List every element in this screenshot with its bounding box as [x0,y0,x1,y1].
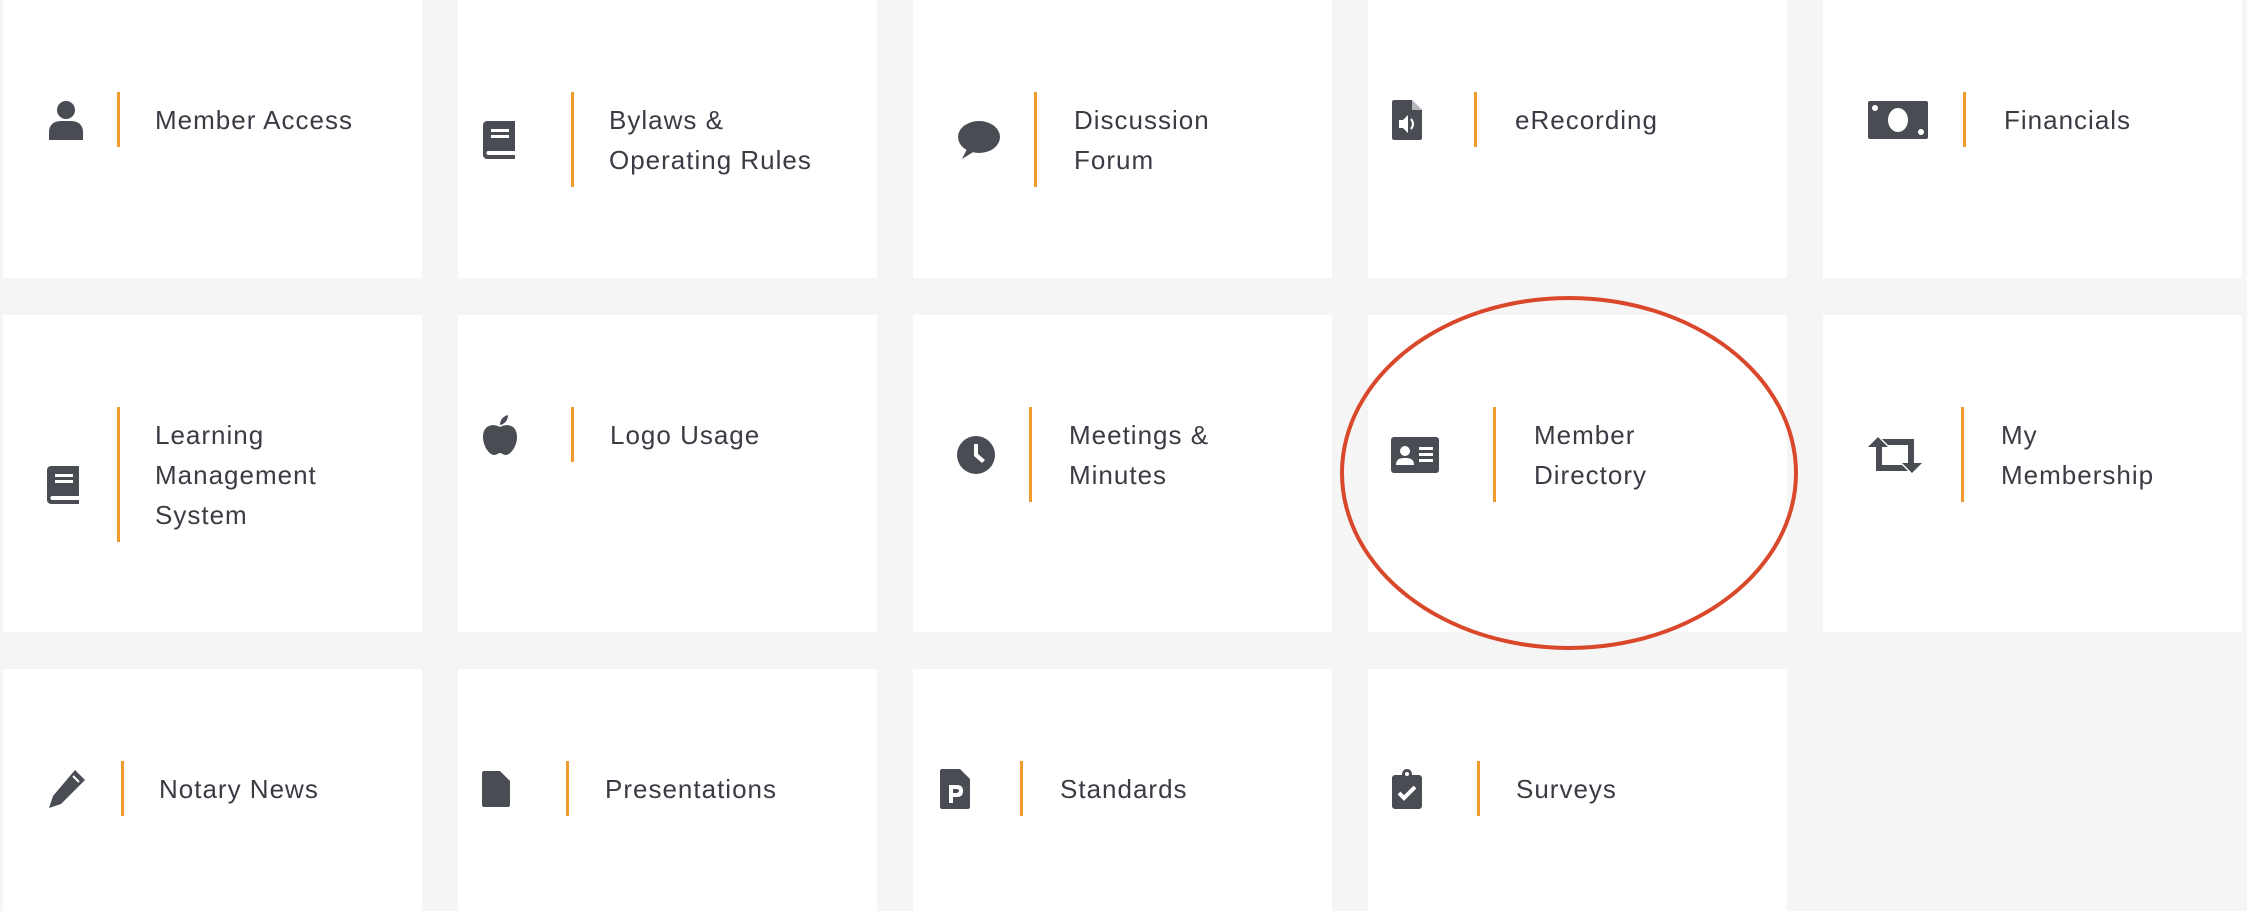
tile-divider [117,407,120,542]
tile-label: eRecording [1515,105,1658,135]
tile-discussion-forum[interactable]: Discussion Forum [913,0,1332,278]
tile-divider [1963,92,1966,147]
tile-member-directory[interactable]: Member Directory [1368,315,1787,632]
tile-divider [1474,92,1477,147]
tile-label: Meetings & Minutes [1069,420,1210,490]
clock-icon [946,425,1006,485]
tile-meetings-minutes[interactable]: Meetings & Minutes [913,315,1332,632]
pencil-icon [37,759,97,819]
tile-label: Financials [2004,105,2132,135]
tile-label: Member Access [155,105,353,135]
tile-label: Surveys [1516,774,1617,804]
tile-notary-news[interactable]: Notary News [3,669,422,911]
retweet-icon [1865,425,1925,485]
user-icon [36,90,96,150]
tile-divider [1020,761,1023,816]
tile-divider [117,92,120,147]
tile-divider [1477,761,1480,816]
tile-divider [571,92,574,187]
tile-divider [571,407,574,462]
tile-learning-management[interactable]: Learning Management System [3,315,422,632]
file-p-icon [925,759,985,819]
tile-divider [1034,92,1037,187]
apple-icon [470,405,530,465]
tile-surveys[interactable]: Surveys [1368,669,1787,911]
tile-divider [566,761,569,816]
tile-label: Presentations [605,774,777,804]
tile-standards[interactable]: Standards [913,669,1332,911]
tile-label: My Membership [2001,420,2155,490]
tile-divider [1961,407,1964,502]
book-icon [469,110,529,170]
tile-divider [121,761,124,816]
tile-label: Notary News [159,774,319,804]
id-card-icon [1385,425,1445,485]
tile-divider [1029,407,1032,502]
money-bill-icon [1868,90,1928,150]
tile-erecording[interactable]: eRecording [1368,0,1787,278]
tile-my-membership[interactable]: My Membership [1823,315,2242,632]
tile-label: Member Directory [1534,420,1648,490]
comment-icon [949,110,1009,170]
audio-file-icon [1377,90,1437,150]
book-icon [33,455,93,515]
tile-label: Standards [1060,774,1188,804]
file-icon [466,759,526,819]
tile-presentations[interactable]: Presentations [458,669,877,911]
tile-divider [1493,407,1496,502]
tile-label: Logo Usage [610,420,761,450]
tile-label: Learning Management System [155,420,317,530]
tile-bylaws[interactable]: Bylaws & Operating Rules [458,0,877,278]
tile-logo-usage[interactable]: Logo Usage [458,315,877,632]
tile-financials[interactable]: Financials [1823,0,2242,278]
clipboard-check-icon [1377,759,1437,819]
tile-label: Discussion Forum [1074,105,1210,175]
tile-member-access[interactable]: Member Access [3,0,422,278]
tile-label: Bylaws & Operating Rules [609,105,812,175]
